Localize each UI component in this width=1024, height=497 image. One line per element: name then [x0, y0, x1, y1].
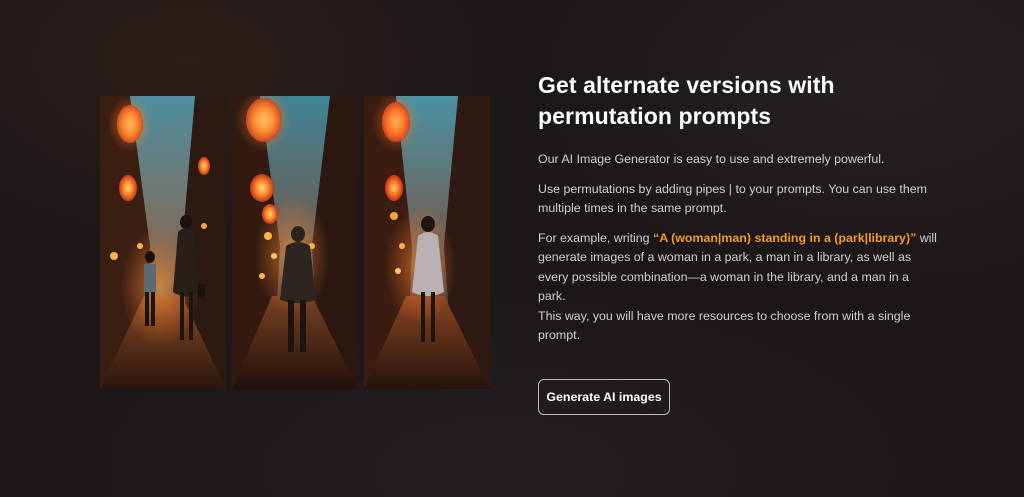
permutation-image-gallery: [100, 96, 490, 389]
section-title: Get alternate versions with permutation …: [538, 72, 835, 129]
intro-paragraph: Our AI Image Generator is easy to use an…: [538, 152, 885, 166]
example-intro: For example, writing: [538, 230, 653, 245]
permutation-info-section: Get alternate versions with permutation …: [538, 70, 938, 346]
gallery-image-woman-child: [100, 96, 226, 389]
permutation-paragraph: Use permutations by adding pipes | to yo…: [538, 181, 927, 216]
gallery-image-woman: [364, 96, 490, 389]
example-prompt: “A (woman|man) standing in a (park|libra…: [653, 230, 917, 245]
gallery-image-man: [232, 96, 358, 389]
generate-ai-images-button[interactable]: Generate AI images: [538, 379, 670, 415]
example-closing: This way, you will have more resources t…: [538, 308, 911, 343]
example-paragraph: For example, writing “A (woman|man) stan…: [538, 229, 938, 346]
